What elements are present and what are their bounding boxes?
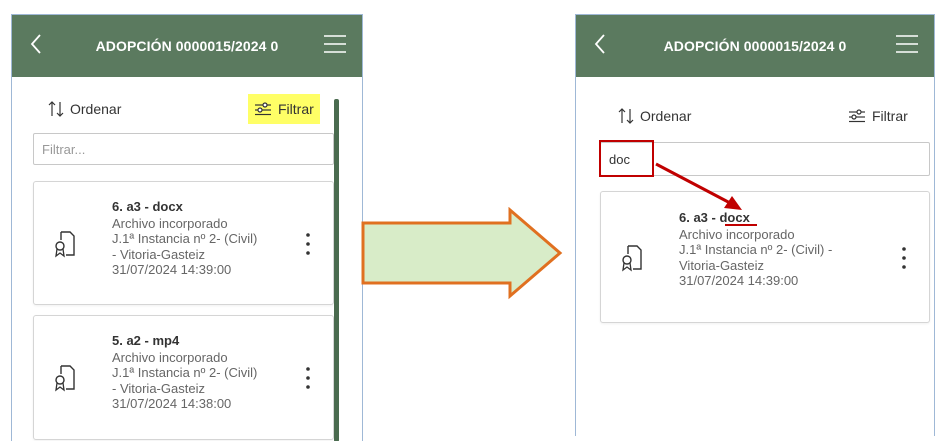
sort-label: Ordenar (70, 101, 122, 117)
item-court-city: - Vitoria-Gasteiz (112, 246, 205, 262)
chevron-left-icon[interactable] (26, 29, 48, 59)
filter-sliders-icon (255, 102, 271, 116)
item-details: 6. a3 - docx Archivo incorporado J.1ª In… (112, 199, 293, 278)
item-court: J.1ª Instancia nº 2- (Civil) (112, 365, 258, 380)
item-date: 31/07/2024 14:39:00 (679, 273, 799, 288)
document-certificate-icon (622, 245, 642, 272)
sort-arrows-icon (618, 108, 634, 124)
left-screen: ADOPCIÓN 0000015/2024 0 Ordenar Filtrar … (11, 14, 363, 441)
more-vertical-icon[interactable] (305, 232, 311, 256)
item-date: 31/07/2024 14:38:00 (112, 396, 232, 411)
app-header: ADOPCIÓN 0000015/2024 0 (12, 15, 362, 77)
list-item[interactable]: 6. a3 - docx Archivo incorporado J.1ª In… (33, 181, 334, 305)
item-details: 6. a3 - docx Archivo incorporado J.1ª In… (679, 210, 889, 289)
list-toolbar: Ordenar Filtrar (12, 94, 362, 124)
filter-label: Filtrar (278, 101, 314, 117)
hamburger-menu-icon[interactable] (322, 31, 348, 57)
item-details: 5. a2 - mp4 Archivo incorporado J.1ª Ins… (112, 333, 293, 412)
item-status: Archivo incorporado (679, 226, 795, 242)
sort-button[interactable]: Ordenar (618, 107, 691, 125)
page-title: ADOPCIÓN 0000015/2024 0 (663, 38, 847, 54)
item-court: J.1ª Instancia nº 2- (Civil) - (679, 242, 833, 257)
annotation-underline (725, 224, 757, 226)
item-status: Archivo incorporado (112, 349, 228, 365)
filter-sliders-icon (849, 109, 865, 123)
more-vertical-icon[interactable] (305, 366, 311, 390)
item-name: 6. a3 - docx (112, 199, 183, 214)
scrollbar[interactable] (334, 99, 339, 441)
chevron-left-icon[interactable] (590, 29, 612, 59)
document-certificate-icon (55, 365, 75, 392)
more-vertical-icon[interactable] (901, 246, 907, 270)
list-item[interactable]: 5. a2 - mp4 Archivo incorporado J.1ª Ins… (33, 315, 334, 440)
sort-label: Ordenar (640, 108, 692, 124)
hamburger-menu-icon[interactable] (894, 31, 920, 57)
item-court-city: Vitoria-Gasteiz (679, 257, 765, 273)
list-toolbar: Ordenar Filtrar (576, 101, 934, 131)
item-status: Archivo incorporado (112, 215, 228, 231)
filter-button[interactable]: Filtrar (842, 101, 914, 131)
page-title: ADOPCIÓN 0000015/2024 0 (95, 38, 279, 54)
filter-input[interactable] (33, 133, 334, 165)
item-court-city: - Vitoria-Gasteiz (112, 380, 205, 396)
item-date: 31/07/2024 14:39:00 (112, 262, 232, 277)
item-name: 5. a2 - mp4 (112, 333, 180, 348)
document-certificate-icon (55, 231, 75, 258)
item-court: J.1ª Instancia nº 2- (Civil) (112, 231, 258, 246)
sort-button[interactable]: Ordenar (48, 100, 121, 118)
annotation-arrow (655, 162, 742, 210)
transition-arrow (361, 207, 563, 300)
app-header: ADOPCIÓN 0000015/2024 0 (576, 15, 934, 77)
sort-arrows-icon (48, 101, 64, 117)
filter-label: Filtrar (872, 108, 908, 124)
filter-button[interactable]: Filtrar (248, 94, 320, 124)
